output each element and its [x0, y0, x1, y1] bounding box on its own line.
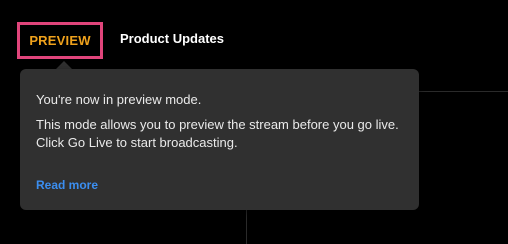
preview-mode-tooltip: You're now in preview mode. This mode al… [20, 69, 419, 210]
preview-badge-label: PREVIEW [29, 33, 91, 48]
stage: PREVIEW Product Updates You're now in pr… [0, 0, 508, 244]
read-more-link[interactable]: Read more [36, 178, 98, 192]
stream-title: Product Updates [120, 31, 225, 46]
tooltip-arrow [56, 61, 72, 69]
tooltip-description: This mode allows you to preview the stre… [36, 117, 399, 150]
tooltip-heading: You're now in preview mode. [36, 92, 202, 107]
preview-badge[interactable]: PREVIEW [17, 22, 103, 59]
header-bar: PREVIEW Product Updates [0, 0, 508, 66]
